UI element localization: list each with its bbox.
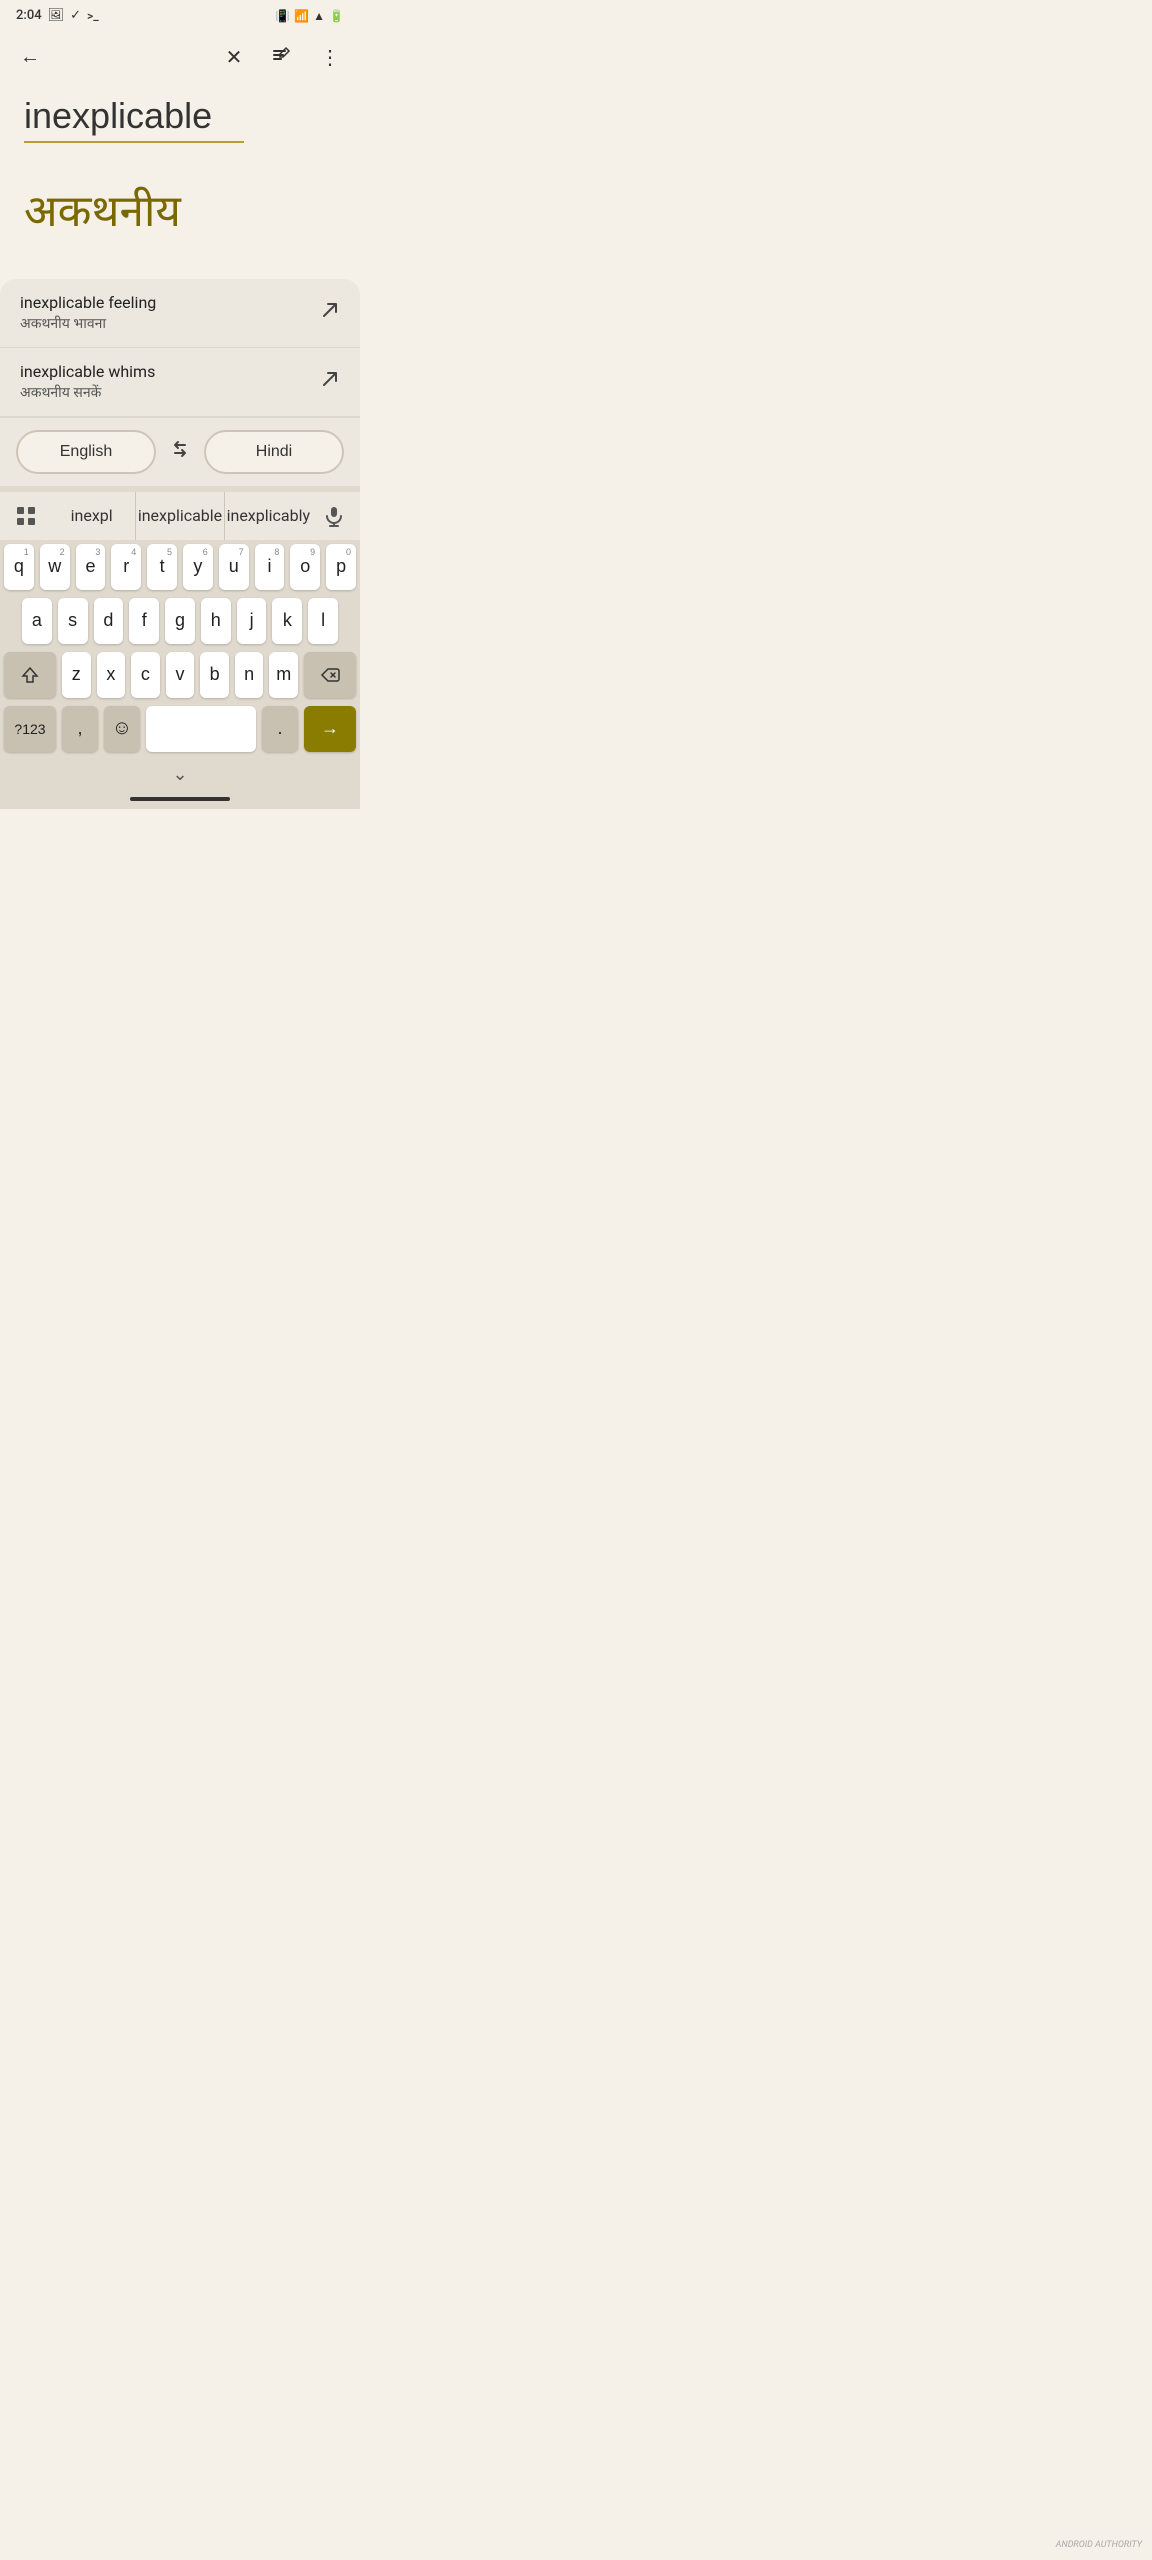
- key-row-bottom: ?123 , ☺ . →: [0, 702, 360, 758]
- key-v[interactable]: v: [166, 652, 195, 698]
- key-k[interactable]: k: [272, 598, 302, 644]
- key-l[interactable]: l: [308, 598, 338, 644]
- watermark: ANDROID AUTHORITY: [1056, 2540, 1142, 2550]
- back-button[interactable]: ←: [8, 35, 52, 79]
- lang-switcher: English Hindi: [0, 417, 360, 486]
- key-z[interactable]: z: [62, 652, 91, 698]
- status-icons: 📳 📶 ▲ 🔋: [275, 9, 344, 23]
- suggestions-panel: inexplicable feeling अकथनीय भावना inexpl…: [0, 279, 360, 486]
- clear-button[interactable]: ✕: [212, 35, 256, 79]
- status-time: 2:04 🖼 ✓ >_: [16, 8, 99, 23]
- key-comma[interactable]: ,: [62, 706, 98, 752]
- key-mic-button[interactable]: [312, 494, 356, 538]
- key-o[interactable]: o9: [290, 544, 320, 590]
- key-a[interactable]: a: [22, 598, 52, 644]
- suggestion-sub-2: अकथनीय सनकें: [20, 383, 155, 402]
- key-row-3: z x c v b n m: [0, 648, 360, 702]
- key-suggestion-inexpl[interactable]: inexpl: [48, 492, 135, 540]
- bottom-bar: [0, 793, 360, 809]
- source-lang-button[interactable]: English: [16, 430, 156, 474]
- key-c[interactable]: c: [131, 652, 160, 698]
- key-suggestion-inexplicable[interactable]: inexplicable: [135, 492, 223, 540]
- key-row-2: a s d f g h j k l: [0, 594, 360, 648]
- key-b[interactable]: b: [200, 652, 229, 698]
- translation-area: अकथनीय: [0, 159, 360, 279]
- handwrite-button[interactable]: [260, 35, 304, 79]
- key-shift[interactable]: [4, 652, 56, 698]
- key-t[interactable]: t5: [147, 544, 177, 590]
- key-p[interactable]: p0: [326, 544, 356, 590]
- signal-icon: ▲: [313, 9, 325, 23]
- key-period[interactable]: .: [262, 706, 298, 752]
- terminal-icon: >_: [87, 9, 99, 23]
- status-bar: 2:04 🖼 ✓ >_ 📳 📶 ▲ 🔋: [0, 0, 360, 27]
- keyboard-dismiss-button[interactable]: ⌄: [156, 760, 203, 789]
- battery-icon: 🔋: [329, 9, 344, 23]
- keyboard: inexpl inexplicable inexplicably q1 w2 e…: [0, 486, 360, 793]
- wifi-icon: 📶: [294, 9, 309, 23]
- suggestion-text-wrap-2: inexplicable whims अकथनीय सनकें: [20, 362, 155, 402]
- key-y[interactable]: y6: [183, 544, 213, 590]
- key-r[interactable]: r4: [111, 544, 141, 590]
- toolbar: ← ✕ ⋮: [0, 27, 360, 87]
- suggestion-sub-1: अकथनीय भावना: [20, 314, 156, 333]
- key-i[interactable]: i8: [255, 544, 285, 590]
- suggestion-arrow-2: [320, 369, 340, 394]
- key-w[interactable]: w2: [40, 544, 70, 590]
- key-e[interactable]: e3: [76, 544, 106, 590]
- key-row-1: q1 w2 e3 r4 t5 y6 u7 i8 o9 p0: [0, 540, 360, 594]
- suggestion-text-wrap-1: inexplicable feeling अकथनीय भावना: [20, 293, 156, 333]
- key-d[interactable]: d: [94, 598, 124, 644]
- input-area: [0, 87, 360, 159]
- key-h[interactable]: h: [201, 598, 231, 644]
- suggestion-main-2: inexplicable whims: [20, 362, 155, 381]
- more-icon: ⋮: [320, 45, 340, 70]
- swap-icon: [168, 437, 192, 467]
- key-m[interactable]: m: [269, 652, 298, 698]
- target-lang-button[interactable]: Hindi: [204, 430, 344, 474]
- key-suggestion-inexplicably[interactable]: inexplicably: [224, 492, 312, 540]
- check-icon: ✓: [70, 8, 81, 23]
- key-n[interactable]: n: [235, 652, 264, 698]
- translated-text: अकथनीय: [24, 179, 336, 239]
- key-j[interactable]: j: [237, 598, 267, 644]
- time-display: 2:04: [16, 8, 42, 23]
- key-space[interactable]: [146, 706, 256, 752]
- keyboard-dismiss-row: ⌄: [0, 758, 360, 793]
- photo-icon: 🖼: [48, 8, 65, 23]
- suggestion-item-1[interactable]: inexplicable feeling अकथनीय भावना: [0, 279, 360, 348]
- key-num-sym[interactable]: ?123: [4, 706, 56, 752]
- input-underline: [24, 141, 244, 143]
- key-grid-button[interactable]: [4, 494, 48, 538]
- vibrate-icon: 📳: [275, 9, 290, 23]
- key-s[interactable]: s: [58, 598, 88, 644]
- source-input[interactable]: [24, 95, 336, 137]
- suggestion-item-2[interactable]: inexplicable whims अकथनीय सनकें: [0, 348, 360, 417]
- handwrite-icon: [271, 43, 293, 71]
- key-x[interactable]: x: [97, 652, 126, 698]
- key-suggestions-row: inexpl inexplicable inexplicably: [0, 492, 360, 540]
- key-backspace[interactable]: [304, 652, 356, 698]
- suggestion-arrow-1: [320, 300, 340, 325]
- lang-swap-button[interactable]: [156, 430, 204, 474]
- key-g[interactable]: g: [165, 598, 195, 644]
- key-u[interactable]: u7: [219, 544, 249, 590]
- clear-icon: ✕: [226, 45, 243, 70]
- key-emoji[interactable]: ☺: [104, 706, 140, 752]
- key-q[interactable]: q1: [4, 544, 34, 590]
- key-f[interactable]: f: [129, 598, 159, 644]
- back-icon: ←: [20, 46, 40, 69]
- bottom-handle: [130, 797, 230, 801]
- key-enter[interactable]: →: [304, 706, 356, 752]
- more-button[interactable]: ⋮: [308, 35, 352, 79]
- suggestion-main-1: inexplicable feeling: [20, 293, 156, 312]
